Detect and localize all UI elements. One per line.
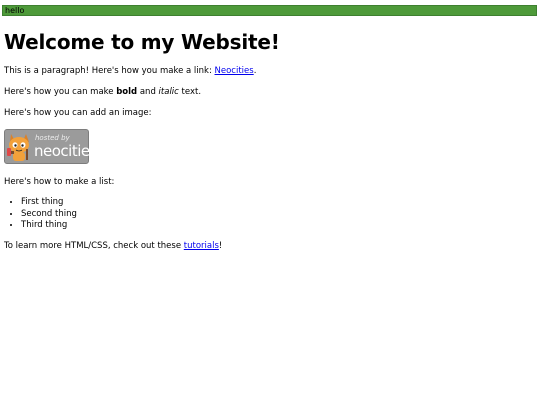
neocities-cat-icon [7,134,29,161]
neocities-link[interactable]: Neocities [215,66,254,76]
hosted-by-label: hosted by [35,134,70,142]
bullet-list: First thing Second thing Third thing [4,197,77,232]
italic-text: italic [158,87,179,97]
list-item: First thing [21,197,77,209]
tutorials-link[interactable]: tutorials [184,241,219,251]
hosted-by-neocities-badge: hosted by neocities [4,129,97,164]
paragraph-image-intro: Here's how you can add an image: [4,108,152,118]
hello-text: hello [5,6,25,15]
paragraph-formatting: Here's how you can make bold and italic … [4,87,201,98]
neocities-brand-text: neocities [34,142,97,160]
list-item: Third thing [21,220,77,232]
paragraph-text: and [137,87,159,97]
paragraph-text: This is a paragraph! Here's how you make… [4,66,215,76]
paragraph-tutorials: To learn more HTML/CSS, check out these … [4,241,222,252]
paragraph-list-intro: Here's how to make a list: [4,177,115,187]
hello-banner: hello [2,5,537,16]
paragraph-text: To learn more HTML/CSS, check out these [4,241,184,251]
paragraph-text: Here's how you can make [4,87,117,97]
page-title: Welcome to my Website! [4,30,280,54]
page-content: Welcome to my Website! This is a paragra… [4,30,524,251]
paragraph-period: . [253,66,257,76]
paragraph-text: ! [218,241,223,251]
bold-text: bold [116,87,138,97]
paragraph-text: text. [178,87,202,97]
paragraph-link: This is a paragraph! Here's how you make… [4,66,256,77]
list-item: Second thing [21,209,77,221]
